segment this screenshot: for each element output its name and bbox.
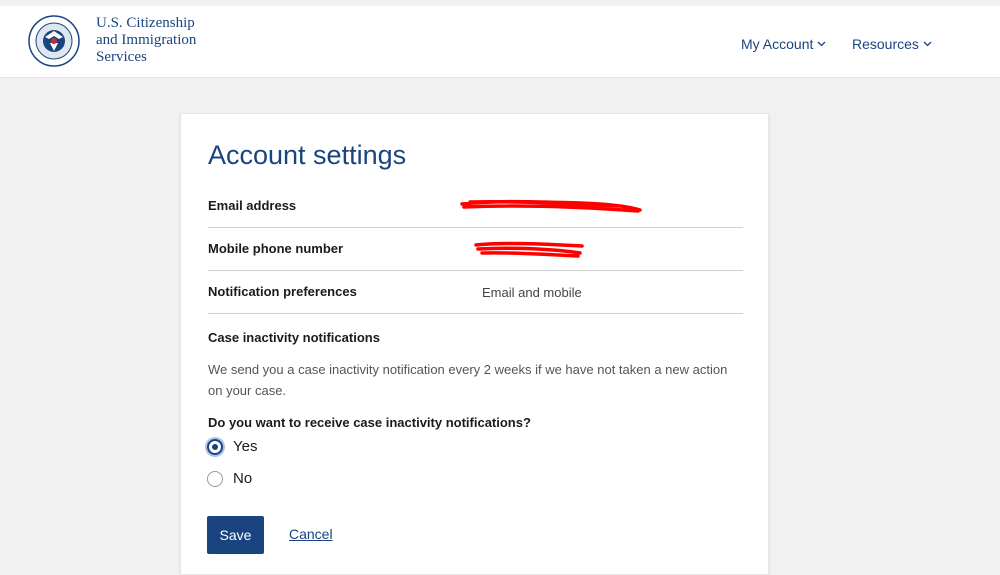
redaction-scribble xyxy=(460,199,642,213)
dhs-seal-icon[interactable] xyxy=(28,15,80,67)
account-settings-card: Account settings Email address Mobile ph… xyxy=(180,113,769,575)
case-inactivity-heading: Case inactivity notifications xyxy=(208,330,380,345)
agency-name-line-2: and Immigration xyxy=(96,32,197,48)
email-row: Email address xyxy=(208,184,743,228)
redaction-scribble xyxy=(474,241,584,258)
mobile-phone-label: Mobile phone number xyxy=(208,241,344,256)
notification-preferences-label: Notification preferences xyxy=(208,284,357,299)
radio-no-circle[interactable] xyxy=(207,470,223,487)
agency-name-line-1: U.S. Citizenship xyxy=(96,15,195,31)
radio-yes-circle[interactable] xyxy=(207,438,223,455)
radio-yes[interactable]: Yes xyxy=(207,438,257,455)
case-inactivity-description: We send you a case inactivity notificati… xyxy=(208,362,728,398)
nav-my-account-label: My Account xyxy=(741,36,814,52)
chevron-down-icon xyxy=(923,41,932,47)
radio-no-label[interactable]: No xyxy=(233,470,252,487)
notification-question: Do you want to receive case inactivity n… xyxy=(208,415,531,430)
email-label: Email address xyxy=(208,198,297,213)
agency-name[interactable]: U.S. Citizenship and Immigration Service… xyxy=(96,15,256,66)
agency-name-line-3: Services xyxy=(96,49,147,65)
notification-preferences-value: Email and mobile xyxy=(482,285,582,300)
radio-yes-label[interactable]: Yes xyxy=(233,438,257,455)
nav-resources-label: Resources xyxy=(852,36,919,52)
cancel-link[interactable]: Cancel xyxy=(289,526,333,542)
nav-my-account[interactable]: My Account xyxy=(741,36,826,52)
radio-no[interactable]: No xyxy=(207,470,252,487)
chevron-down-icon xyxy=(817,41,826,47)
save-button[interactable]: Save xyxy=(207,516,264,554)
notification-preferences-row: Notification preferences Email and mobil… xyxy=(208,270,743,314)
site-header: U.S. Citizenship and Immigration Service… xyxy=(0,6,1000,78)
page-title: Account settings xyxy=(208,140,407,170)
mobile-phone-row: Mobile phone number xyxy=(208,227,743,271)
nav-resources[interactable]: Resources xyxy=(852,36,932,52)
